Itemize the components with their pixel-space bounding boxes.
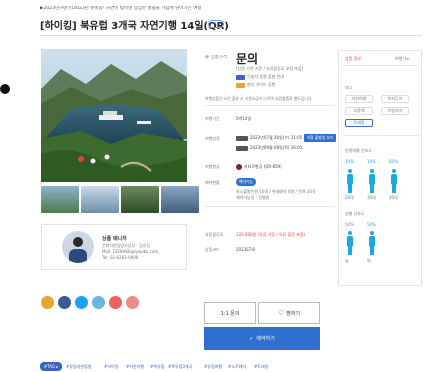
row-value-fuel: 102,000원 (유류 기준 / 유류 할증 포함) xyxy=(236,232,306,237)
tag-title: 태그 xyxy=(345,85,353,90)
inquiry-button[interactable]: 1:1 문의 xyxy=(204,302,256,324)
sidebar-tag-2[interactable]: 현지투어 xyxy=(381,95,409,103)
bottom-tag-2[interactable]: #하이킹 xyxy=(104,364,118,370)
female-icon xyxy=(367,231,377,255)
row-label-period: 여행기간 xyxy=(205,116,220,121)
info-divider-2 xyxy=(205,206,335,207)
row-value-period: 5박14일 xyxy=(236,116,251,121)
gender-stats-title: 성별 선호도 xyxy=(345,211,365,216)
header-divider xyxy=(40,35,422,36)
local-badge-icon xyxy=(236,83,245,88)
bottom-tag-1[interactable]: #유럽자연탐험 xyxy=(66,364,91,370)
price-value: 문의 xyxy=(236,52,259,66)
policy-note: 여행상품은 소인 출발 시 이용요금이 다르며 유류할증료 별도입니다. xyxy=(205,96,313,101)
airline-logo-icon xyxy=(236,164,242,170)
page-subtitle: ▶2023년하반기(2023년 준비중! 자연이 빚어낸 장엄한 풍광을 가슴에… xyxy=(40,6,202,11)
age-pct-1: 10% xyxy=(345,159,354,164)
bottom-tag-7[interactable]: #노르웨이 xyxy=(228,364,246,370)
heart-icon: ♡ xyxy=(277,309,285,317)
manager-avatar xyxy=(62,231,94,263)
person-icon xyxy=(389,169,399,193)
bottom-tag-8[interactable]: #트레킹 xyxy=(254,364,268,370)
age-pct-2: 10% xyxy=(367,159,376,164)
thumbnail-3[interactable] xyxy=(121,186,159,213)
age-label-3: 40대 xyxy=(389,195,398,200)
gender-pct-2: 50% xyxy=(367,222,376,227)
age-label-1: 20대 xyxy=(345,195,354,200)
age-pct-3: 60% xyxy=(389,159,398,164)
sidebar-tag-1[interactable]: 자연여행 xyxy=(345,95,373,103)
tag-label-badge: #TAG ▸ xyxy=(40,362,62,371)
gender-label-2: 여 xyxy=(367,258,371,263)
manager-phone: Tel: 02-6263-0900 xyxy=(102,255,139,260)
person-icon xyxy=(345,169,355,193)
sidebar-tag-3[interactable]: 지중해 xyxy=(345,107,373,115)
thumbnail-1[interactable] xyxy=(41,186,79,213)
print-icon[interactable] xyxy=(109,296,122,309)
url-copy-icon[interactable] xyxy=(126,296,139,309)
sidebar-panel: 상품 정보 여행가 ▸ 태그 자연여행 현지투어 지중해 히말라야 트레킹 연령… xyxy=(338,50,422,286)
person-icon xyxy=(367,169,377,193)
other-dates-button[interactable]: 이용 출발일 보기 xyxy=(304,134,336,142)
sidebar-tag-4[interactable]: 히말라야 xyxy=(381,107,409,115)
gender-label-1: 남 xyxy=(345,258,349,263)
band-share-icon[interactable] xyxy=(92,296,105,309)
thumbnail-2[interactable] xyxy=(81,186,119,213)
row-label-fuel: 유류할증료 xyxy=(205,232,224,237)
info-divider xyxy=(205,105,335,106)
thumbnail-4[interactable] xyxy=(161,186,199,213)
manager-title: 상품 매니저 xyxy=(102,236,127,242)
wishlist-button[interactable]: ♡ 찜하기 xyxy=(258,302,320,324)
sidebar-more-link[interactable]: 여행가 ▸ xyxy=(395,56,409,62)
guide-note: 인솔자 동행 출발 안내 xyxy=(247,74,284,79)
row-value-arrival: 2023년09월 08일(목) 16:05 xyxy=(250,145,303,150)
reserve-button[interactable]: ✓ 예약하기 xyxy=(204,327,320,350)
row-value-departure: 2023년07월 26일(수) 21:05 xyxy=(250,135,303,140)
bottom-tag-3[interactable]: #자연기행 xyxy=(126,364,144,370)
guide-badge-icon xyxy=(236,75,245,80)
male-icon xyxy=(345,231,355,255)
row-label-airline: 여행항공 xyxy=(205,164,220,169)
bottom-tag-4[interactable]: #북유럽 xyxy=(150,364,164,370)
wishlist-label: 찜하기 xyxy=(286,310,301,317)
manager-card: 상품 매니저 문화자연탐방사업부 : 김호진 Mail: CEOHIKE@lyw… xyxy=(41,224,187,270)
row-value-airline: 카타르항공 (QR-859) xyxy=(244,164,282,169)
row-label-code: 상품코드 xyxy=(205,247,220,252)
twitter-share-icon[interactable] xyxy=(75,296,88,309)
row-label-status: 예약현황 xyxy=(205,180,220,185)
arrival-badge xyxy=(236,146,248,151)
main-photo xyxy=(41,49,187,182)
row-label-schedule: 여행일정 xyxy=(205,136,220,141)
age-label-2: 30대 xyxy=(367,195,376,200)
reserve-label: 예약하기 xyxy=(256,336,275,342)
local-note: 현지 가이드 동행 xyxy=(247,82,276,87)
status-badge: 예약가능 xyxy=(236,178,256,186)
bottom-tag-5[interactable]: #북유럽3개국 xyxy=(168,364,192,370)
sidebar-tag-5[interactable]: 트레킹 xyxy=(345,119,373,127)
page-title: [하이킹] 북유럽 3개국 자연기행 14일(QR) xyxy=(40,21,229,32)
row-value-code: 2023ST-8 xyxy=(236,247,255,252)
departure-badge xyxy=(236,136,248,141)
price-label: 좋 상품가격 xyxy=(205,55,228,60)
bullet-dot xyxy=(0,84,10,94)
reserve-status-2: 예약가능일 : 진행중 xyxy=(236,195,270,200)
bottom-tag-6[interactable]: #유럽여행 xyxy=(204,364,222,370)
qr-badge[interactable]: 보기 xyxy=(208,20,224,28)
check-icon: ✓ xyxy=(249,335,254,342)
gender-pct-1: 50% xyxy=(345,222,354,227)
sidebar-title: 상품 정보 xyxy=(345,56,361,61)
kakao-share-icon[interactable] xyxy=(41,296,54,309)
facebook-share-icon[interactable] xyxy=(58,296,71,309)
age-stats-title: 연령대별 선호도 xyxy=(345,148,373,153)
price-note: (상품 가격 기준 / 유류할증료 포함 포함) xyxy=(236,66,304,71)
